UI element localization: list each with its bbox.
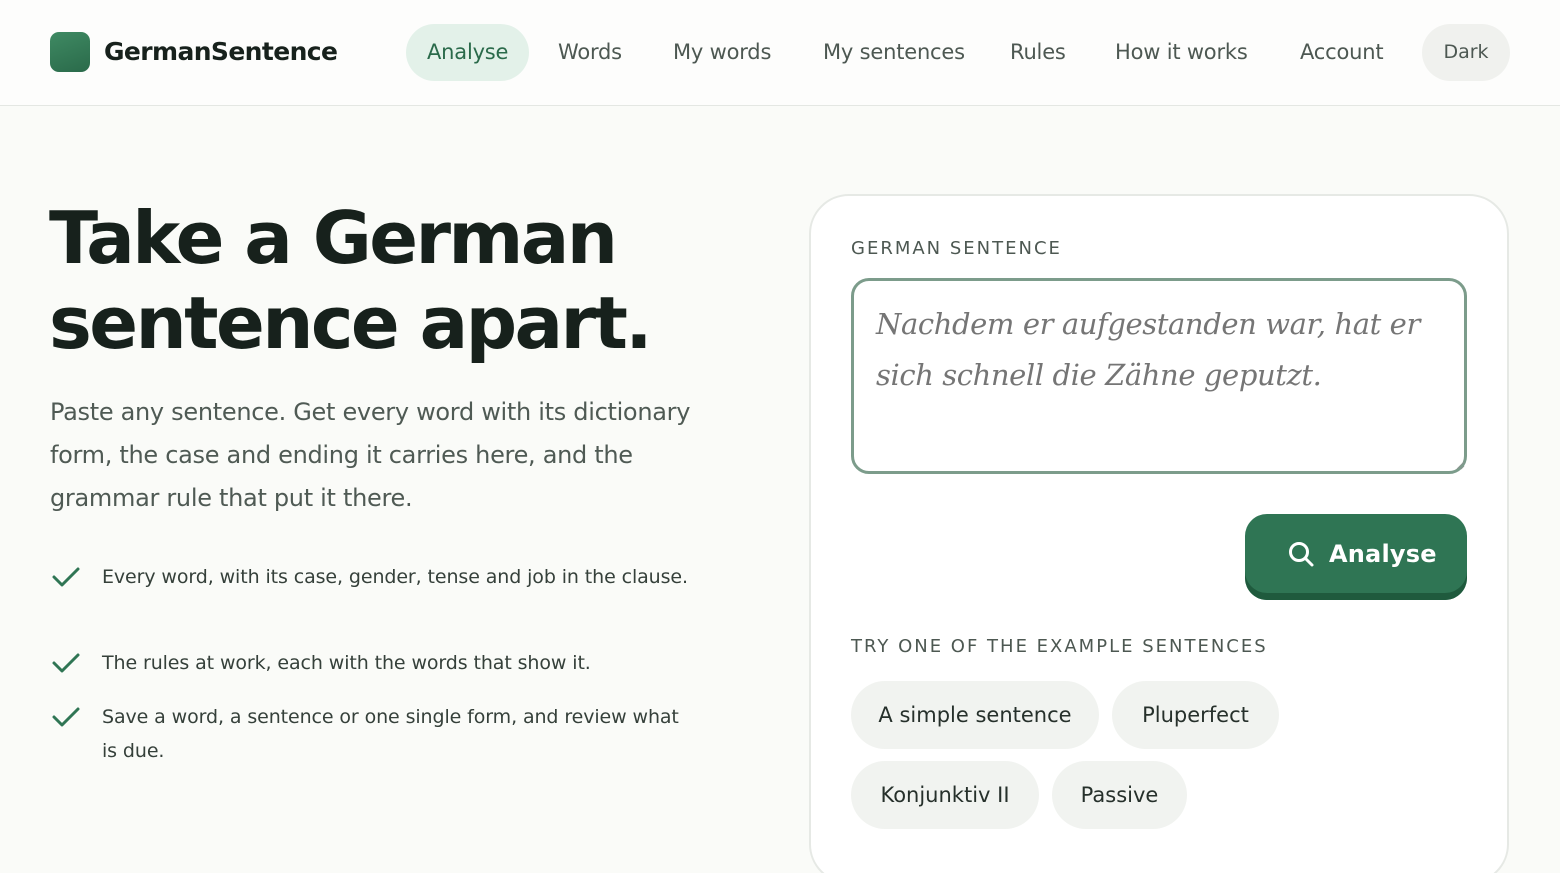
- brand-name[interactable]: GermanSentence: [104, 36, 338, 68]
- example-chip-passive[interactable]: Passive: [1052, 761, 1187, 829]
- example-chip-simple-sentence[interactable]: A simple sentence: [851, 681, 1099, 749]
- page-title: Take a German sentence apart.: [49, 196, 749, 366]
- sentence-input[interactable]: [851, 278, 1467, 474]
- examples-label: Try one of the example sentences: [851, 636, 1268, 657]
- nav-item-words[interactable]: Words: [558, 24, 622, 81]
- analyse-button[interactable]: Analyse: [1245, 514, 1467, 600]
- top-navigation-bar: GermanSentence Analyse Words My words My…: [0, 0, 1560, 106]
- search-icon: [1289, 542, 1314, 567]
- hero-subtitle: Paste any sentence. Get every word with …: [50, 398, 691, 512]
- check-icon: [52, 707, 80, 727]
- feature-text: Save a word, a sentence or one single fo…: [102, 706, 679, 762]
- sentence-input-label: German sentence: [851, 238, 1062, 259]
- feature-text: The rules at work, each with the words t…: [102, 652, 591, 674]
- nav-item-account[interactable]: Account: [1300, 24, 1384, 81]
- logo-square-icon[interactable]: [50, 32, 90, 72]
- analyse-button-label: Analyse: [1329, 540, 1437, 568]
- nav-item-analyse[interactable]: Analyse: [406, 24, 530, 81]
- page-title-line-1: Take a German: [49, 196, 618, 280]
- nav-item-how-it-works[interactable]: How it works: [1115, 24, 1248, 81]
- check-icon: [52, 567, 80, 587]
- example-chip-konjunktiv-ii[interactable]: Konjunktiv II: [851, 761, 1039, 829]
- nav-item-my-words[interactable]: My words: [673, 24, 771, 81]
- resize-handle-icon[interactable]: [1455, 460, 1465, 470]
- example-chip-pluperfect[interactable]: Pluperfect: [1112, 681, 1279, 749]
- theme-toggle-button[interactable]: Dark: [1422, 24, 1510, 81]
- nav-item-my-sentences[interactable]: My sentences: [823, 24, 965, 81]
- feature-text: Every word, with its case, gender, tense…: [102, 566, 688, 588]
- page-title-line-2: sentence apart.: [49, 281, 653, 365]
- check-icon: [52, 653, 80, 673]
- nav-item-rules[interactable]: Rules: [1010, 24, 1066, 81]
